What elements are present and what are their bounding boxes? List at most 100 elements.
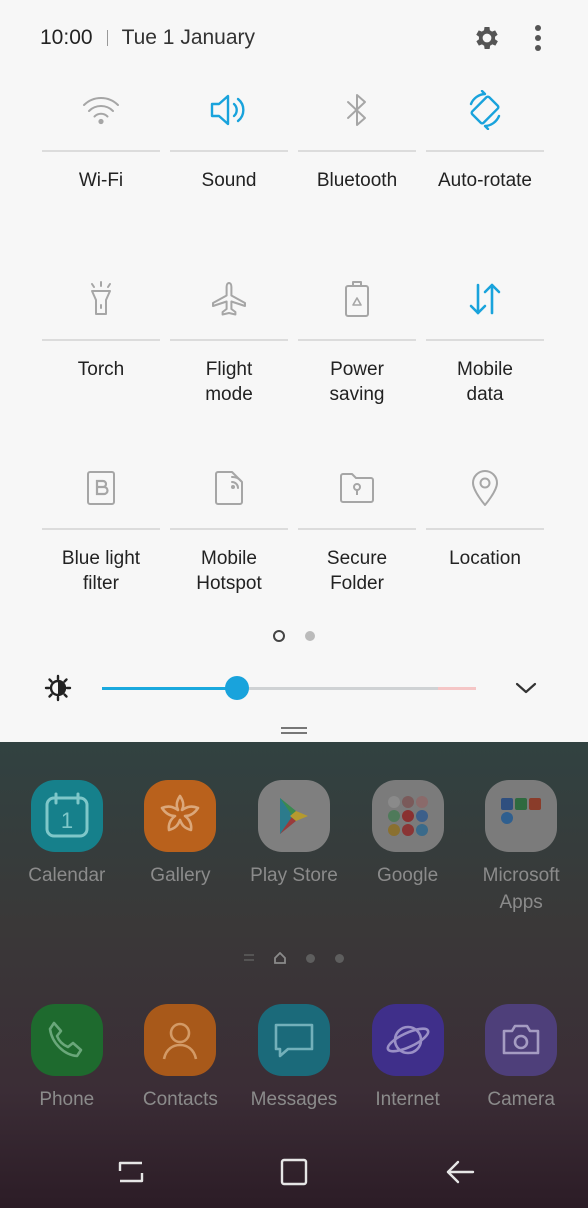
app-camera[interactable]: Camera [464,1004,578,1113]
back-button[interactable] [440,1152,480,1192]
recents-button[interactable] [111,1152,151,1192]
gallery-icon [161,794,200,832]
app-label: Contacts [142,1089,218,1110]
more-vertical-icon [535,25,541,51]
app-label: Google [376,865,439,886]
tile-label: Torch [77,359,125,380]
menu-lines-icon [244,954,254,961]
date[interactable]: Tue 1 January [122,26,255,50]
home-square-icon [280,1158,308,1186]
tile-location[interactable]: Location [426,448,544,637]
app-label: Gallery [150,865,211,886]
tile-blue-light-filter[interactable]: Blue light filter [42,448,160,637]
tile-label: Flight mode [205,359,253,405]
tile-sound[interactable]: Sound [170,70,288,259]
page-dot-current[interactable] [273,630,285,642]
app-label: Camera [487,1089,555,1110]
page-dot [335,953,344,963]
brightness-slider[interactable] [102,676,476,700]
home-page-indicator [0,952,588,964]
tile-mobile-hotspot[interactable]: Mobile Hotspot [170,448,288,637]
secure-folder-icon [340,473,374,503]
page-dot [306,953,315,963]
sound-icon [210,94,245,126]
app-contacts[interactable]: Contacts [124,1004,238,1113]
home-button[interactable] [274,1152,314,1192]
expand-panel-button[interactable] [512,674,540,702]
app-calendar[interactable]: 1 Calendar [10,780,124,916]
flight-mode-icon [212,282,246,316]
app-play-store[interactable]: Play Store [237,780,351,916]
clock: 10:00 [40,26,93,49]
more-options-button[interactable] [528,21,548,55]
app-label: Messages [250,1089,338,1110]
tile-label: Location [449,548,521,569]
wifi-icon [83,96,119,125]
status-actions [470,22,548,54]
tile-label: Mobile Hotspot [196,548,262,594]
app-label: Calendar [28,865,106,886]
tile-label: Wi-Fi [78,170,124,191]
brightness-high-zone [438,687,476,690]
brightness-thumb[interactable] [224,676,249,700]
recents-icon [118,1161,144,1183]
page-dot[interactable] [305,631,315,641]
auto-rotate-icon [469,90,501,130]
tile-label: Blue light filter [61,548,141,594]
calendar-icon: 1 [45,792,89,838]
tile-auto-rotate[interactable]: Auto-rotate [426,70,544,259]
play-store-icon [279,798,308,834]
tile-secure-folder[interactable]: Secure Folder [298,448,416,637]
app-label: Microsoft Apps [482,865,560,913]
app-microsoft-folder[interactable]: Microsoft Apps [464,780,578,916]
camera-icon [502,1024,540,1055]
calendar-day: 1 [61,808,73,833]
tile-label: Bluetooth [316,170,398,191]
chevron-down-icon [515,682,537,694]
microsoft-folder-icon [501,798,542,824]
dock-apps-row: Phone Contacts Messages Internet Camera [10,1004,578,1113]
bluetooth-icon [347,94,366,126]
back-arrow-icon [446,1160,475,1184]
tile-wifi[interactable]: Wi-Fi [42,70,160,259]
power-saving-icon [345,281,369,317]
mobile-hotspot-icon [215,471,243,505]
app-messages[interactable]: Messages [237,1004,351,1113]
navigation-bar [0,1144,588,1200]
home-screen: 1 Calendar Gallery Play Store Google Mic… [0,742,588,1208]
tile-label: Secure Folder [326,548,388,594]
separator [106,30,108,46]
tiles-page-indicator [0,630,588,642]
tile-bluetooth[interactable]: Bluetooth [298,70,416,259]
brightness-icon [44,674,72,702]
quick-settings-tiles: Wi-Fi Sound Bluetooth Auto-rotate Torch … [42,70,546,637]
location-icon [472,470,498,506]
internet-icon [386,1025,430,1055]
quick-settings-panel: 10:00 Tue 1 January Wi-Fi Sound Bluetoot… [0,0,588,742]
tile-mobile-data[interactable]: Mobile data [426,259,544,448]
app-internet[interactable]: Internet [351,1004,465,1113]
home-page-icon [274,952,286,964]
tile-label: Auto-rotate [438,170,532,191]
tile-power-saving[interactable]: Power saving [298,259,416,448]
tile-label: Sound [201,170,257,191]
gear-icon [476,27,498,49]
brightness-level-fill [102,687,237,690]
app-google-folder[interactable]: Google [351,780,465,916]
messages-icon [274,1023,314,1058]
tile-flight-mode[interactable]: Flight mode [170,259,288,448]
phone-icon [48,1021,83,1058]
blue-light-filter-icon [87,471,115,505]
app-phone[interactable]: Phone [10,1004,124,1113]
brightness-control [44,670,544,706]
app-label: Internet [375,1089,440,1110]
settings-button[interactable] [470,21,504,55]
home-apps-row: 1 Calendar Gallery Play Store Google Mic… [10,780,578,916]
tile-torch[interactable]: Torch [42,259,160,448]
tile-label: Mobile data [457,359,513,405]
app-label: Phone [39,1089,95,1110]
google-folder-icon [387,796,428,836]
app-gallery[interactable]: Gallery [124,780,238,916]
contacts-icon [163,1022,198,1060]
panel-drag-handle[interactable] [281,727,307,734]
